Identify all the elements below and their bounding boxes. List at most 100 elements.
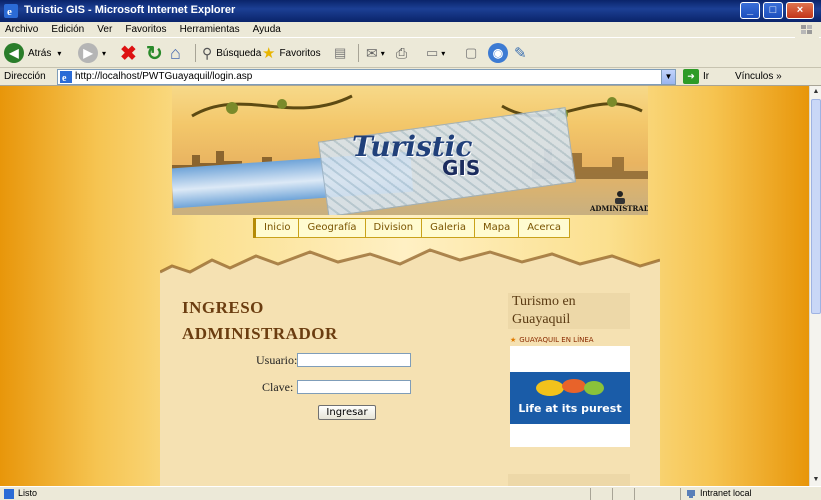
search-label: Búsqueda	[216, 47, 262, 59]
address-bar: Dirección e http://localhost/PWTGuayaqui…	[0, 68, 821, 86]
star-icon: ★	[510, 336, 517, 344]
chevron-down-icon: ▾	[441, 48, 446, 58]
favorites-button[interactable]: ★ Favoritos	[262, 42, 321, 64]
scroll-up-icon[interactable]: ▲	[810, 86, 821, 98]
links-label: Vínculos	[735, 71, 774, 82]
promo-blue-panel: Life at its purest	[510, 372, 630, 424]
status-text: Listo	[18, 488, 38, 498]
stop-button[interactable]: ✖	[120, 42, 137, 65]
print-button[interactable]: ⎙	[396, 42, 407, 64]
page-status-icon	[4, 489, 14, 499]
administrator-avatar-icon[interactable]	[613, 190, 627, 204]
chevron-down-icon: ▾	[57, 48, 62, 58]
content-area: INGRESO ADMINISTRADOR Usuario: Clave: In…	[160, 292, 660, 486]
refresh-button[interactable]: ↻	[146, 42, 163, 65]
menu-bar: Archivo Edición Ver Favoritos Herramient…	[0, 22, 821, 38]
svg-text:e: e	[62, 73, 67, 83]
links-button[interactable]: Vínculos »	[735, 71, 782, 82]
promo-fish-graphic	[536, 379, 604, 396]
chevron-down-icon: ▾	[102, 48, 107, 58]
messenger-icon: ◉	[488, 43, 508, 63]
history-icon: ▤	[334, 45, 347, 60]
print-icon: ⎙	[396, 44, 408, 61]
windows-logo-icon	[795, 22, 819, 38]
history-button[interactable]: ▤	[334, 42, 346, 64]
sidebar-heading-line2: Guayaquil	[512, 312, 571, 327]
sidebar-heading-2	[508, 474, 630, 486]
scroll-thumb[interactable]	[811, 99, 821, 314]
sidebar-heading: Turismo en Guayaquil	[508, 293, 630, 329]
go-arrow-icon[interactable]: ➜	[683, 69, 699, 84]
menu-archivo[interactable]: Archivo	[0, 22, 43, 35]
page-icon: e	[60, 71, 72, 83]
nav-item-geografia[interactable]: Geografía	[299, 218, 366, 238]
search-icon: ⚲	[202, 44, 213, 61]
menu-herramientas[interactable]: Herramientas	[175, 22, 245, 35]
administrator-link[interactable]: ADMINISTRADOR	[590, 204, 648, 213]
intranet-zone-icon	[687, 490, 695, 498]
window-title: Turistic GIS - Microsoft Internet Explor…	[24, 4, 236, 16]
messenger-button[interactable]: ◉	[488, 42, 508, 64]
home-icon: ⌂	[170, 42, 181, 63]
back-button[interactable]: ◀ Atrás ▾	[4, 42, 61, 64]
stop-icon: ✖	[120, 42, 137, 65]
forward-arrow-icon: ▶	[78, 43, 98, 63]
star-icon: ★	[262, 45, 276, 62]
guayaquil-en-linea-link[interactable]: ★ GUAYAQUIL EN LÍNEA	[510, 336, 594, 344]
discuss-button[interactable]: ▢	[465, 42, 477, 64]
password-input[interactable]	[297, 380, 411, 394]
maximize-button[interactable]: □	[763, 2, 783, 19]
discuss-icon: ▢	[465, 45, 478, 60]
tourism-promo-banner[interactable]: Life at its purest	[510, 346, 630, 447]
username-label: Usuario:	[256, 353, 298, 367]
username-input[interactable]	[297, 353, 411, 367]
internet-explorer-icon: e	[4, 4, 18, 18]
edit-button[interactable]: ▭ ▾	[426, 42, 445, 64]
edit-icon: ▭	[426, 45, 439, 60]
nav-item-division[interactable]: Division	[365, 218, 423, 238]
scroll-down-icon[interactable]: ▼	[810, 474, 821, 486]
minimize-button[interactable]: _	[740, 2, 760, 19]
menu-favoritos[interactable]: Favoritos	[120, 22, 171, 35]
search-button[interactable]: ⚲ Búsqueda	[202, 42, 261, 64]
go-button[interactable]: Ir	[703, 71, 709, 82]
mail-icon: ✉	[366, 44, 378, 61]
page-viewport: Turistic GIS ADMINISTRADOR Inicio Geogra…	[0, 86, 809, 486]
login-title-line1: INGRESO	[182, 298, 264, 317]
menu-ver[interactable]: Ver	[92, 22, 117, 35]
forward-button[interactable]: ▶ ▾	[78, 42, 106, 64]
back-label: Atrás	[28, 47, 52, 59]
address-dropdown-chevron-down-icon[interactable]: ▼	[661, 70, 675, 84]
nav-item-inicio[interactable]: Inicio	[256, 218, 300, 238]
nav-item-galeria[interactable]: Galeria	[422, 218, 475, 238]
address-url: http://localhost/PWTGuayaquil/login.asp	[75, 71, 253, 82]
security-zone-text: Intranet local	[700, 488, 752, 498]
torn-paper-decoration	[160, 248, 660, 294]
login-title-line2: ADMINISTRADOR	[182, 324, 338, 343]
favorites-label: Favoritos	[279, 47, 321, 59]
password-label: Clave:	[262, 380, 294, 394]
site-banner: Turistic GIS ADMINISTRADOR	[172, 86, 648, 215]
close-button[interactable]: ×	[786, 2, 814, 19]
menu-ayuda[interactable]: Ayuda	[248, 22, 286, 35]
brand-subtitle: GIS	[442, 156, 481, 180]
promo-tagline: Life at its purest	[518, 402, 622, 415]
address-field[interactable]: e http://localhost/PWTGuayaquil/login.as…	[57, 69, 676, 85]
chevron-down-icon: ▾	[380, 48, 385, 58]
guayaquil-en-linea-label: GUAYAQUIL EN LÍNEA	[519, 336, 594, 344]
svg-text:e: e	[7, 6, 12, 18]
back-arrow-icon: ◀	[4, 43, 24, 63]
refresh-icon: ↻	[146, 42, 163, 65]
home-button[interactable]: ⌂	[170, 42, 181, 64]
nav-item-mapa[interactable]: Mapa	[474, 218, 520, 238]
mail-button[interactable]: ✉ ▾	[366, 42, 385, 64]
address-label: Dirección	[4, 71, 46, 82]
title-bar: e Turistic GIS - Microsoft Internet Expl…	[0, 0, 821, 22]
research-button[interactable]: ✎	[514, 42, 527, 64]
main-nav: Inicio Geografía Division Galeria Mapa A…	[253, 218, 571, 238]
status-bar: Listo Intranet local	[0, 486, 821, 500]
login-submit-button[interactable]: Ingresar	[318, 405, 376, 420]
vertical-scrollbar[interactable]: ▲ ▼	[809, 86, 821, 486]
nav-item-acerca[interactable]: Acerca	[519, 218, 571, 238]
menu-edicion[interactable]: Edición	[46, 22, 89, 35]
